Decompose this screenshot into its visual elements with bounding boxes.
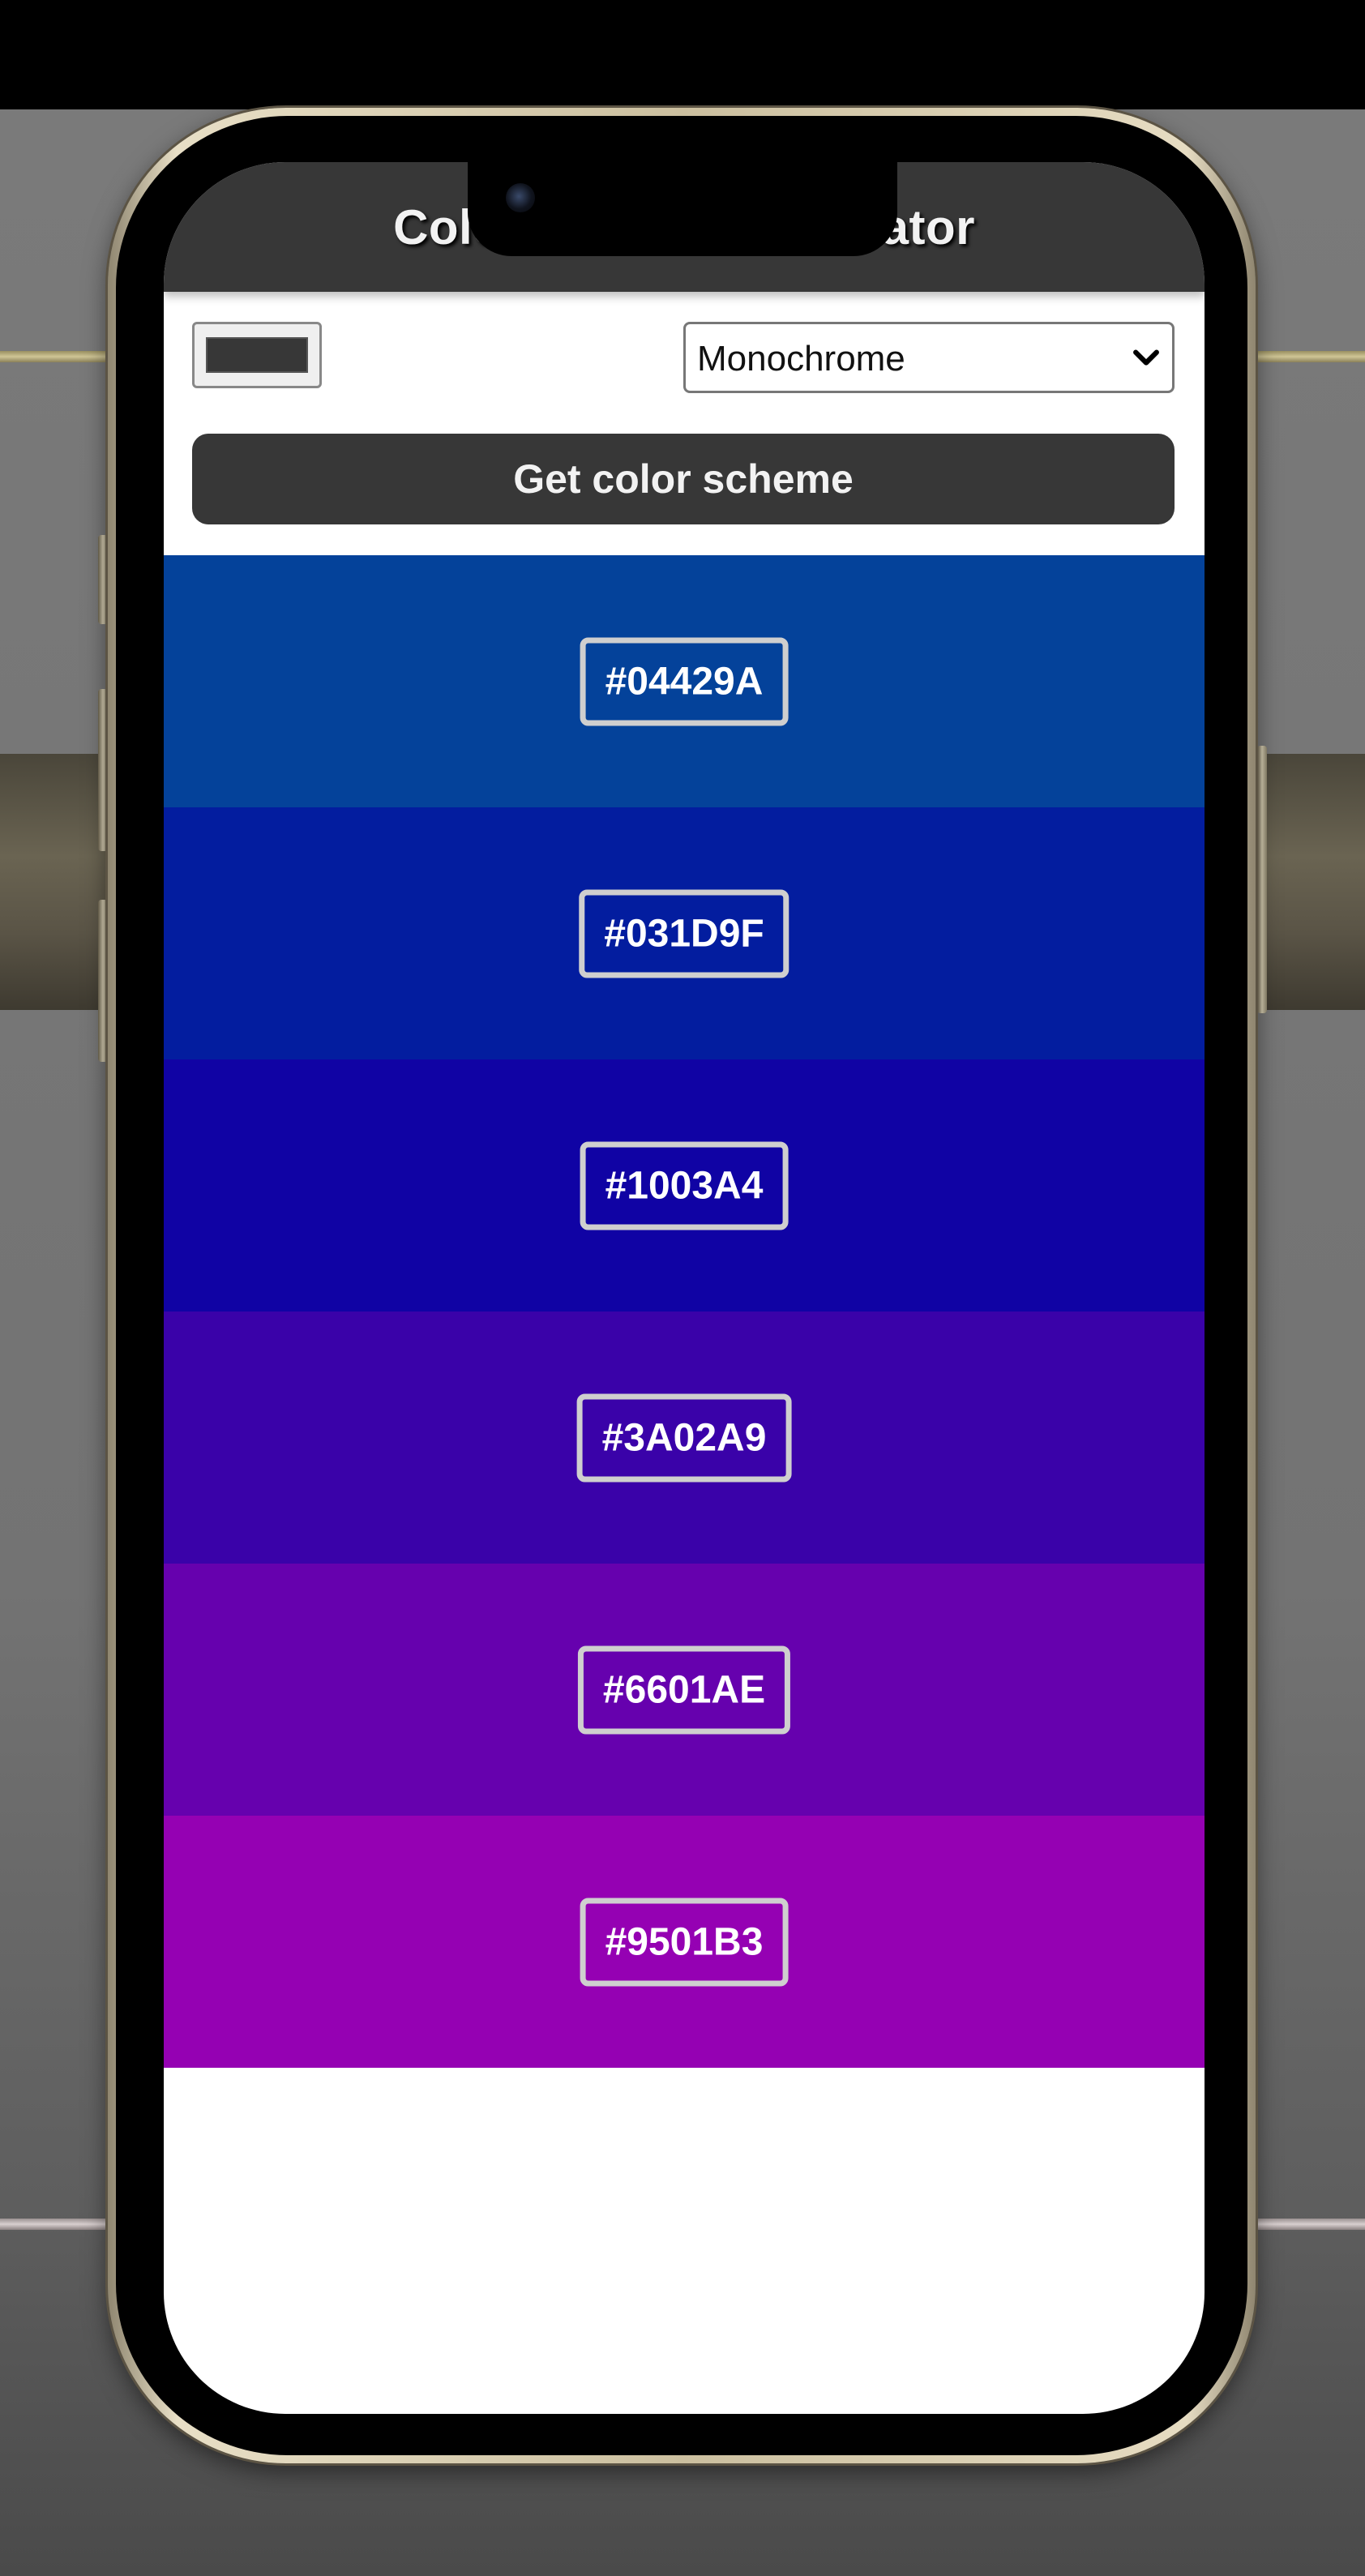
volume-up-button [98, 689, 108, 851]
color-hex-label[interactable]: #3A02A9 [576, 1393, 792, 1482]
color-row: #9501B3 [164, 1816, 1205, 2068]
color-hex-label[interactable]: #04429A [580, 637, 789, 725]
color-row: #031D9F [164, 807, 1205, 1059]
scheme-mode-value: Monochrome [697, 339, 905, 379]
color-hex-label[interactable]: #1003A4 [580, 1141, 789, 1230]
color-row: #04429A [164, 555, 1205, 807]
backdrop-top [0, 0, 1365, 109]
color-hex-label[interactable]: #9501B3 [580, 1898, 789, 1986]
color-picker-input[interactable] [192, 322, 322, 388]
color-hex-label[interactable]: #031D9F [579, 889, 789, 978]
action-button [98, 535, 108, 624]
power-button [1257, 746, 1267, 1013]
color-row: #3A02A9 [164, 1312, 1205, 1564]
phone-screen: Color Scheme Generator Monochrome Get co… [164, 162, 1205, 2414]
front-camera [506, 183, 535, 212]
volume-down-button [98, 900, 108, 1062]
color-list: #04429A #031D9F #1003A4 #3A02A9 #6601AE … [164, 555, 1205, 2068]
phone-mockup: Color Scheme Generator Monochrome Get co… [0, 0, 1365, 2576]
color-hex-label[interactable]: #6601AE [577, 1645, 791, 1734]
color-row: #6601AE [164, 1564, 1205, 1816]
color-picker-swatch [206, 337, 308, 373]
get-color-scheme-button[interactable]: Get color scheme [192, 434, 1175, 524]
controls: Monochrome Get color scheme [164, 292, 1205, 555]
notch [468, 162, 897, 256]
chevron-down-icon [1133, 349, 1159, 366]
color-row: #1003A4 [164, 1059, 1205, 1312]
scheme-mode-select[interactable]: Monochrome [683, 322, 1175, 393]
